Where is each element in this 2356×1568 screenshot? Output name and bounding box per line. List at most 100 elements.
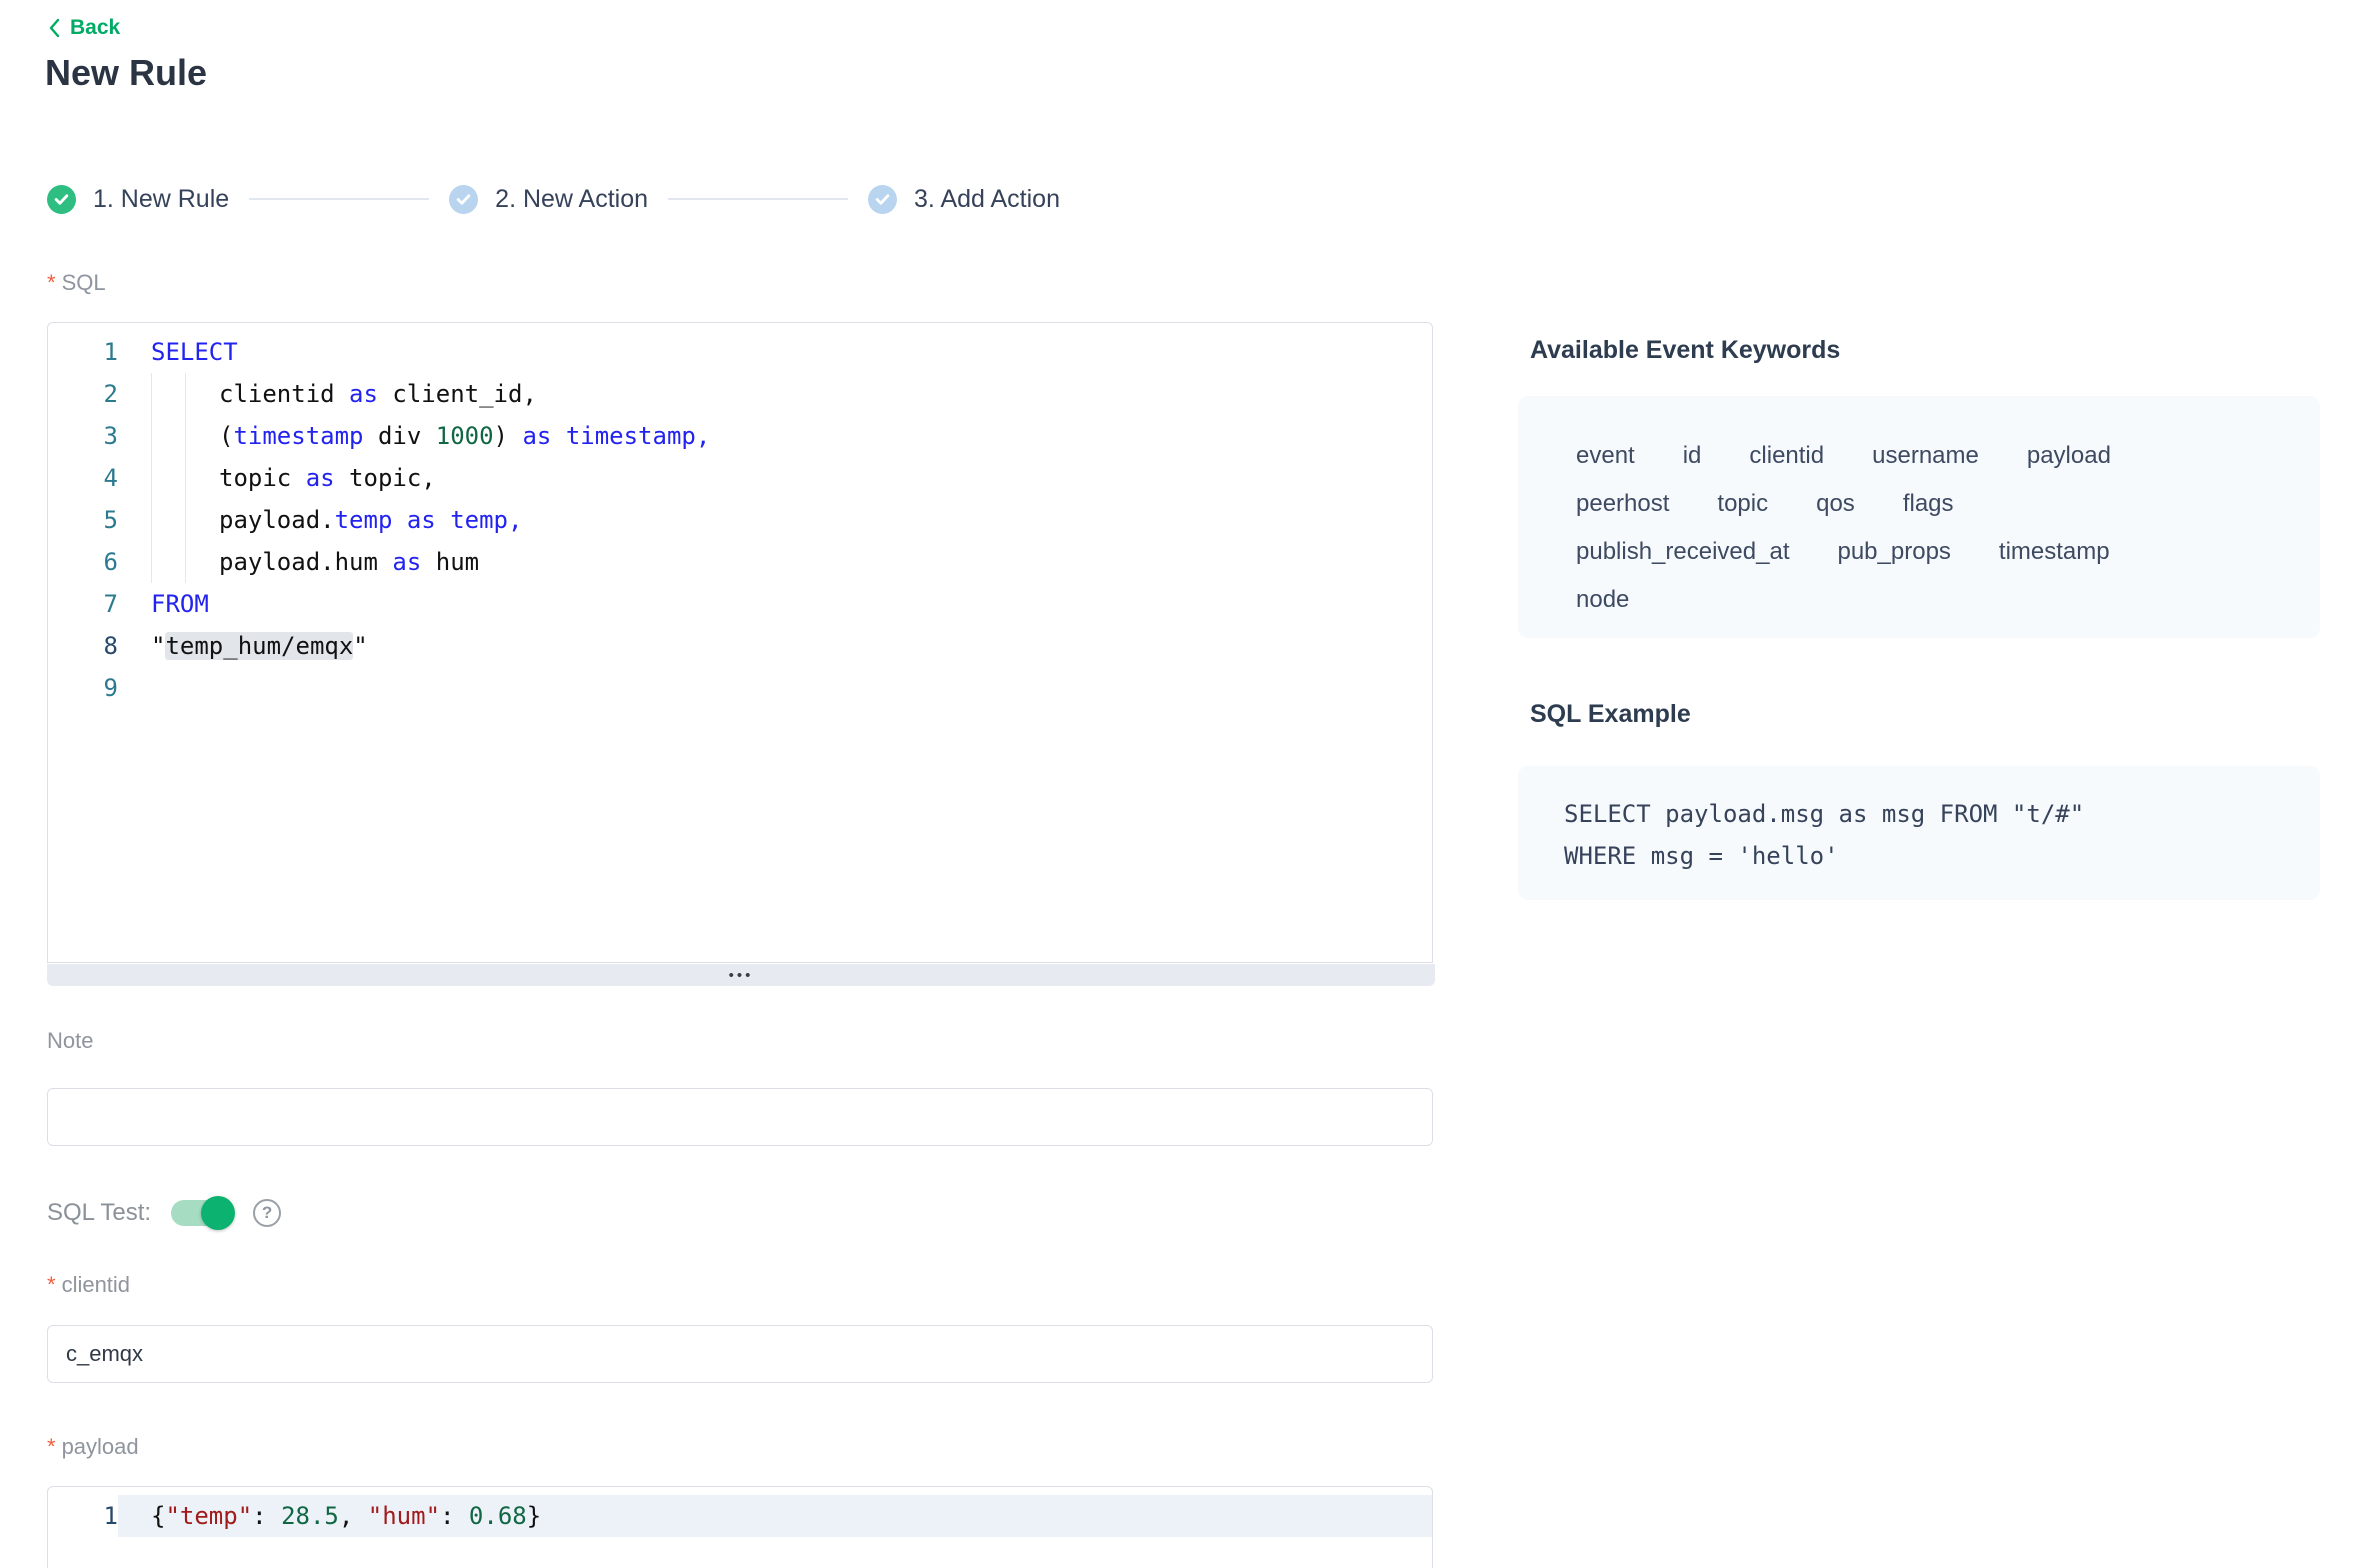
- required-asterisk: *: [47, 1434, 56, 1459]
- indent-guide: [151, 499, 185, 541]
- new-rule-page: Back New Rule 1. New Rule 2. New Action …: [0, 0, 2356, 1568]
- code-token: as: [306, 464, 335, 492]
- code-token: hum: [421, 548, 479, 576]
- line-number: 1: [48, 331, 118, 373]
- code-line: 1{"temp": 28.5, "hum": 0.68}: [48, 1495, 1432, 1537]
- sql-editor[interactable]: 1SELECT2clientid as client_id,3(timestam…: [47, 322, 1433, 963]
- line-number: 8: [48, 625, 118, 667]
- indent-guide: [185, 541, 219, 583]
- code-token: 1000: [436, 422, 494, 450]
- code-token: as: [522, 422, 551, 450]
- required-asterisk: *: [47, 270, 56, 295]
- code-token: temp,: [450, 506, 522, 534]
- code-token: clientid: [219, 380, 349, 408]
- code-token: }: [527, 1502, 541, 1530]
- code-line: 8"temp_hum/emqx": [48, 625, 1432, 667]
- editor-resize-handle[interactable]: •••: [47, 964, 1435, 986]
- line-number: 1: [48, 1495, 118, 1537]
- keyword-row: peerhosttopicqosflags: [1576, 480, 2262, 528]
- clientid-input[interactable]: [47, 1325, 1433, 1383]
- ellipsis-icon: •••: [729, 968, 754, 983]
- code-line: 2clientid as client_id,: [48, 373, 1432, 415]
- code-token: "temp": [165, 1502, 252, 1530]
- code-token: topic,: [335, 464, 436, 492]
- indent-guide: [151, 541, 185, 583]
- keyword-row: eventidclientidusernamepayload: [1576, 432, 2262, 480]
- step-connector: [668, 198, 848, 200]
- step-label: 3. Add Action: [914, 185, 1060, 214]
- code-token: as: [392, 548, 421, 576]
- code-token: payload.: [219, 506, 335, 534]
- note-input[interactable]: [47, 1088, 1433, 1146]
- code-token: ": [353, 632, 367, 660]
- code-token: FROM: [151, 590, 209, 618]
- code-token: topic: [219, 464, 306, 492]
- code-token: 0.68: [469, 1502, 527, 1530]
- code-token: [436, 506, 450, 534]
- keyword-item: event: [1576, 442, 1635, 470]
- step-label: 2. New Action: [495, 185, 648, 214]
- keyword-item: payload: [2027, 442, 2111, 470]
- code-content: topic as topic,: [118, 457, 1432, 499]
- keyword-item: peerhost: [1576, 490, 1669, 518]
- indent-guide: [151, 373, 185, 415]
- step-item-1: 1. New Rule: [47, 185, 229, 214]
- toggle-knob: [201, 1196, 235, 1230]
- keyword-item: publish_received_at: [1576, 538, 1789, 566]
- code-token: (: [219, 422, 233, 450]
- required-asterisk: *: [47, 1272, 56, 1297]
- step-check-icon-pending: [868, 185, 897, 214]
- stepper: 1. New Rule 2. New Action 3. Add Action: [47, 182, 1060, 216]
- sql-example-line: SELECT payload.msg as msg FROM "t/#": [1564, 793, 2274, 835]
- code-token: :: [252, 1502, 281, 1530]
- sql-test-row: SQL Test: ?: [47, 1196, 281, 1230]
- payload-editor[interactable]: 1{"temp": 28.5, "hum": 0.68}: [47, 1486, 1433, 1568]
- keyword-item: qos: [1816, 490, 1855, 518]
- help-icon[interactable]: ?: [253, 1199, 281, 1227]
- code-token: payload.hum: [219, 548, 392, 576]
- code-content: [118, 667, 1432, 709]
- code-line: 7 FROM: [48, 583, 1432, 625]
- step-label: 1. New Rule: [93, 185, 229, 214]
- code-token: temp_hum/emqx: [165, 632, 353, 660]
- keyword-item: flags: [1903, 490, 1954, 518]
- back-link[interactable]: Back: [47, 16, 120, 40]
- code-token: timestamp: [233, 422, 363, 450]
- indent-guide: [151, 415, 185, 457]
- sql-test-label: SQL Test:: [47, 1199, 151, 1227]
- sql-field-label: *SQL: [47, 270, 106, 296]
- indent-guide: [151, 457, 185, 499]
- step-check-icon-done: [47, 185, 76, 214]
- indent-guide: [185, 457, 219, 499]
- code-content: FROM: [118, 583, 1432, 625]
- line-number: 9: [48, 667, 118, 709]
- code-content: "temp_hum/emqx": [118, 625, 1432, 667]
- code-line: 6payload.hum as hum: [48, 541, 1432, 583]
- code-line: 9: [48, 667, 1432, 709]
- code-content: SELECT: [118, 331, 1432, 373]
- back-label: Back: [70, 16, 120, 40]
- code-token: {: [151, 1502, 165, 1530]
- code-token: ": [151, 632, 165, 660]
- line-number: 5: [48, 499, 118, 541]
- chevron-left-icon: [47, 17, 61, 39]
- indent-guide: [185, 415, 219, 457]
- code-token: [392, 506, 406, 534]
- note-field-label: Note: [47, 1028, 93, 1054]
- code-line: 4topic as topic,: [48, 457, 1432, 499]
- keyword-item: pub_props: [1837, 538, 1950, 566]
- line-number: 7: [48, 583, 118, 625]
- code-token: SELECT: [151, 338, 238, 366]
- keyword-row: node: [1576, 576, 2262, 624]
- step-item-2: 2. New Action: [449, 185, 648, 214]
- code-token: div: [364, 422, 436, 450]
- code-content: (timestamp div 1000) as timestamp,: [118, 415, 1432, 457]
- code-content: {"temp": 28.5, "hum": 0.68}: [118, 1495, 1432, 1537]
- step-check-icon-pending: [449, 185, 478, 214]
- sql-example-line: WHERE msg = 'hello': [1564, 835, 2274, 877]
- line-number: 2: [48, 373, 118, 415]
- keyword-item: username: [1872, 442, 1979, 470]
- code-token: "hum": [368, 1502, 440, 1530]
- code-content: payload.hum as hum: [118, 541, 1432, 583]
- sql-test-toggle[interactable]: [171, 1200, 233, 1226]
